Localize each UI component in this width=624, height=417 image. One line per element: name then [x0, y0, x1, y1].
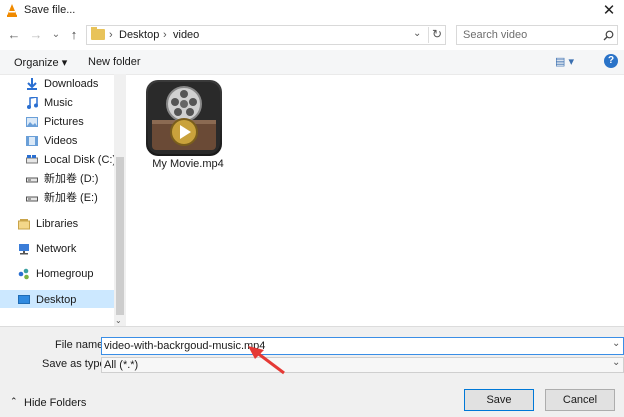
breadcrumb-video[interactable]: video	[173, 29, 199, 41]
save-type-dropdown-icon[interactable]: ⌄	[612, 357, 620, 368]
refresh-button[interactable]: ↻	[428, 27, 442, 43]
network-icon	[19, 244, 29, 255]
video-file-icon[interactable]	[146, 80, 222, 156]
disk-icon	[26, 155, 38, 164]
hide-folders-chevron-icon[interactable]: ⌃	[10, 396, 18, 407]
vlc-icon	[7, 4, 17, 17]
forward-button[interactable]: →	[28, 27, 44, 43]
command-bar: Organize ▾ New folder ▤ ▾	[0, 50, 624, 75]
homegroup-icon	[18, 268, 29, 280]
save-type-select[interactable]: All (*.*) ⌄	[101, 357, 624, 373]
file-name-input[interactable]: video-with-backrgoud-music.mp4 ⌄	[101, 337, 624, 355]
drive-icon	[26, 177, 38, 183]
help-icon[interactable]: ?	[604, 54, 618, 68]
close-button[interactable]: ✕	[600, 2, 618, 20]
save-button[interactable]: Save	[464, 389, 534, 411]
folder-icon	[91, 27, 105, 40]
recent-locations-button[interactable]: ⌄	[48, 27, 64, 43]
pictures-icon	[26, 117, 38, 127]
up-button[interactable]: ↑	[66, 27, 82, 43]
new-folder-button[interactable]: New folder	[88, 56, 141, 68]
save-type-value: All (*.*)	[104, 359, 139, 371]
address-bar[interactable]: › Desktop › video ⌄ ↻	[86, 25, 446, 45]
view-options-button[interactable]: ▤ ▾	[555, 55, 574, 68]
file-name-dropdown-icon[interactable]: ⌄	[612, 338, 620, 349]
organize-button[interactable]: Organize ▾	[14, 56, 67, 69]
videos-icon	[26, 136, 38, 146]
sidebar-scrollbar-thumb[interactable]	[116, 157, 124, 315]
address-dropdown-icon[interactable]: ⌄	[413, 28, 421, 39]
music-icon	[27, 97, 38, 109]
cancel-button[interactable]: Cancel	[545, 389, 615, 411]
annotation-arrow-icon	[248, 346, 285, 375]
file-name-label[interactable]: My Movie.mp4	[148, 158, 228, 170]
libraries-icon	[18, 219, 30, 230]
drive-icon	[26, 196, 38, 202]
hide-folders-button[interactable]: Hide Folders	[24, 397, 86, 409]
desktop-icon	[18, 295, 30, 304]
search-placeholder: Search video	[463, 29, 528, 41]
download-icon	[27, 78, 37, 90]
scroll-down-icon[interactable]: ⌄	[115, 316, 122, 325]
save-type-field-label: Save as type:	[42, 358, 109, 370]
navigation-pane: Downloads Music Pictures Videos Local Di…	[0, 74, 126, 325]
file-name-value: video-with-backrgoud-music.mp4	[104, 340, 266, 352]
breadcrumb-desktop[interactable]: Desktop	[119, 29, 159, 41]
breadcrumb-separator-icon: ›	[109, 29, 113, 41]
title-bar: Save file... ✕	[0, 0, 624, 22]
window-title: Save file...	[24, 4, 76, 16]
search-icon[interactable]	[603, 30, 614, 41]
breadcrumb-separator-icon: ›	[163, 29, 167, 41]
file-name-field-label: File name:	[55, 339, 107, 351]
back-button[interactable]: ←	[6, 27, 22, 43]
search-box[interactable]: Search video	[456, 25, 618, 45]
